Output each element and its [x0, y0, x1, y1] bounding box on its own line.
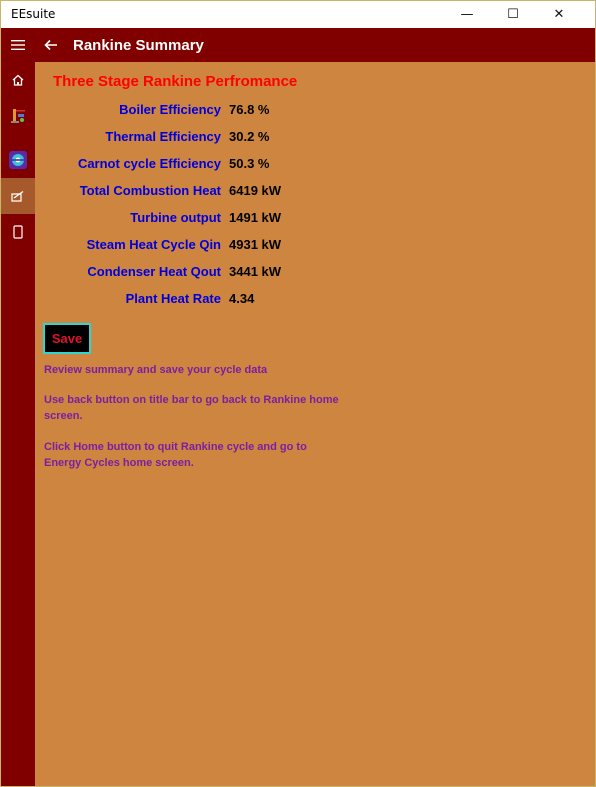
metric-row-thermal-efficiency: Thermal Efficiency 30.2 %: [35, 129, 435, 149]
summary-icon: [11, 190, 24, 202]
metric-label: Thermal Efficiency: [105, 129, 221, 144]
metric-row-total-combustion-heat: Total Combustion Heat 6419 kW: [35, 183, 435, 203]
note-home-button: Click Home button to quit Rankine cycle …: [44, 441, 307, 469]
note-back-button: Use back button on title bar to go back …: [44, 394, 339, 422]
metric-value: 50.3 %: [229, 156, 270, 171]
back-arrow-icon: [44, 39, 57, 51]
hamburger-icon: [11, 40, 25, 50]
metric-label: Carnot cycle Efficiency: [77, 156, 221, 171]
performance-title: Three Stage Rankine Perfromance: [53, 73, 298, 90]
metric-value: 4931 kW: [229, 237, 282, 252]
metric-row-turbine-output: Turbine output 1491 kW: [35, 210, 435, 230]
metric-label: Condenser Heat Qout: [87, 264, 221, 279]
app-header: Rankine Summary: [1, 28, 595, 62]
maximize-icon: ☐: [507, 7, 519, 22]
main-content: Three Stage Rankine Perfromance Boiler E…: [35, 62, 595, 786]
sidebar-item-heat-pump[interactable]: [1, 142, 35, 178]
back-button[interactable]: [37, 28, 65, 62]
sidebar-item-device[interactable]: [1, 214, 35, 250]
metric-row-condenser-heat-qout: Condenser Heat Qout 3441 kW: [35, 264, 435, 284]
close-icon: ✕: [553, 7, 565, 22]
metric-label: Turbine output: [130, 210, 221, 225]
home-icon: [12, 74, 24, 86]
minimize-icon: —: [460, 7, 474, 22]
minimize-button[interactable]: —: [444, 1, 490, 28]
metric-value: 6419 kW: [229, 183, 282, 198]
metric-value: 76.8 %: [229, 102, 270, 117]
metric-value: 30.2 %: [229, 129, 270, 144]
metric-label: Plant Heat Rate: [125, 291, 221, 306]
window-title-bar[interactable]: EEsuite — ☐ ✕: [1, 1, 595, 28]
page-title: Rankine Summary: [73, 37, 204, 54]
device-icon: [13, 225, 23, 239]
metric-label: Boiler Efficiency: [119, 102, 221, 117]
sidebar-nav: [1, 62, 35, 786]
metric-row-steam-heat-qin: Steam Heat Cycle Qin 4931 kW: [35, 237, 435, 257]
metric-value: 4.34: [229, 291, 255, 306]
metric-value: 3441 kW: [229, 264, 282, 279]
rankine-cycle-icon: [11, 109, 25, 123]
sidebar-item-summary[interactable]: [1, 178, 35, 214]
save-button[interactable]: Save: [43, 323, 91, 354]
metric-row-carnot-efficiency: Carnot cycle Efficiency 50.3 %: [35, 156, 435, 176]
metric-label: Total Combustion Heat: [79, 183, 221, 198]
menu-button[interactable]: [1, 28, 35, 62]
metric-row-boiler-efficiency: Boiler Efficiency 76.8 %: [35, 102, 435, 122]
app-window: EEsuite — ☐ ✕ Rankine Summary Three Stag…: [0, 0, 596, 787]
note-review: Review summary and save your cycle data: [44, 364, 268, 376]
maximize-button[interactable]: ☐: [490, 1, 536, 28]
metric-label: Steam Heat Cycle Qin: [86, 237, 221, 252]
metric-row-plant-heat-rate: Plant Heat Rate 4.34: [35, 291, 435, 311]
sidebar-item-rankine[interactable]: [1, 98, 35, 134]
app-title: EEsuite: [11, 7, 56, 21]
heat-pump-icon: [9, 151, 27, 169]
close-button[interactable]: ✕: [536, 1, 582, 28]
metric-value: 1491 kW: [229, 210, 282, 225]
sidebar-item-home[interactable]: [1, 62, 35, 98]
